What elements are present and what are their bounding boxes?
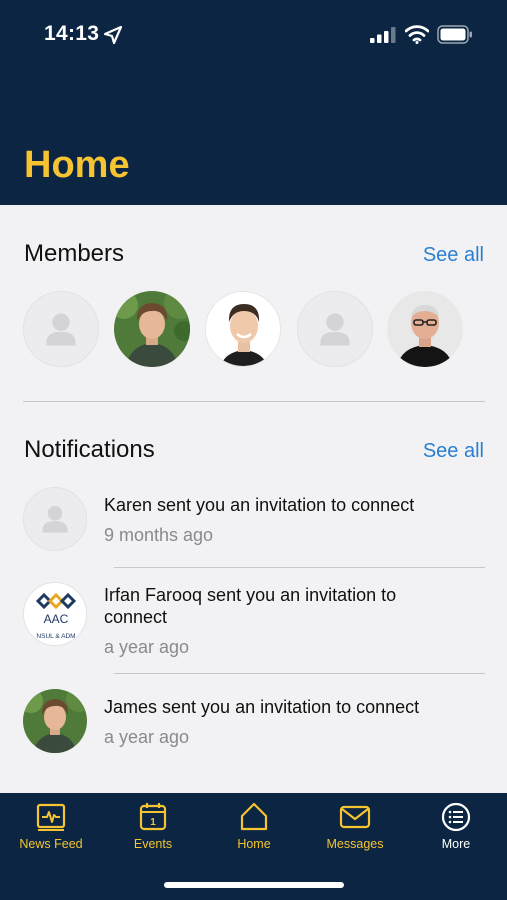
notification-time: 9 months ago xyxy=(104,525,214,545)
notification-avatar xyxy=(23,689,87,753)
tab-messages[interactable]: Messages xyxy=(305,801,405,861)
tab-label: Messages xyxy=(326,837,384,851)
notification-avatar: AAC NSUL & ADM xyxy=(23,582,87,646)
tab-label: Home xyxy=(237,837,271,851)
company-logo: AAC NSUL & ADM xyxy=(24,583,86,645)
notification-divider xyxy=(114,567,485,568)
members-title: Members xyxy=(24,240,125,267)
notification-time: a year ago xyxy=(104,637,190,657)
member-photo xyxy=(387,291,463,367)
user-placeholder-icon xyxy=(42,505,68,533)
status-bar: 14:13 xyxy=(0,0,507,70)
calendar-icon: 1 xyxy=(139,803,167,831)
notification-avatar xyxy=(23,487,87,551)
user-placeholder-icon xyxy=(320,313,350,346)
tab-more[interactable]: More xyxy=(406,801,506,861)
logo-text: AAC xyxy=(44,612,69,626)
member-photo xyxy=(114,291,190,367)
tab-label: News Feed xyxy=(19,837,83,851)
member-photo xyxy=(23,689,87,753)
page-title: Home xyxy=(24,144,130,186)
notifications-see-all-link[interactable]: See all xyxy=(423,440,484,463)
home-indicator[interactable] xyxy=(164,882,344,888)
tab-home[interactable]: Home xyxy=(204,801,304,861)
tab-label: More xyxy=(441,837,471,851)
tab-events[interactable]: 1 Events xyxy=(103,801,203,861)
status-time: 14:13 xyxy=(44,22,100,45)
home-content: Members See all Notifications See all Ka… xyxy=(0,205,507,793)
more-list-icon xyxy=(441,802,471,832)
location-arrow-icon xyxy=(103,25,123,45)
member-photo xyxy=(206,292,280,366)
notification-text: Karen sent you an invitation to connect xyxy=(104,495,415,515)
tab-label: Events xyxy=(133,837,173,851)
wifi-icon xyxy=(405,25,429,44)
member-avatar-3[interactable] xyxy=(205,291,281,367)
news-feed-icon xyxy=(36,803,66,831)
cellular-signal-icon xyxy=(370,27,396,43)
notifications-title: Notifications xyxy=(24,436,155,463)
tab-news-feed[interactable]: News Feed xyxy=(1,801,101,861)
notification-text: James sent you an invitation to connect xyxy=(104,697,420,717)
logo-subtext: NSUL & ADM xyxy=(36,633,75,640)
notification-text: Irfan Farooq sent you an invitation to c… xyxy=(104,585,397,627)
calendar-day: 1 xyxy=(150,817,156,828)
members-see-all-link[interactable]: See all xyxy=(423,244,484,267)
member-avatar-1[interactable] xyxy=(23,291,99,367)
battery-icon xyxy=(437,25,472,44)
section-divider xyxy=(23,401,485,402)
user-placeholder-icon xyxy=(46,313,76,346)
member-avatar-4[interactable] xyxy=(297,291,373,367)
member-avatar-2[interactable] xyxy=(114,291,190,367)
notification-divider xyxy=(114,673,485,674)
notification-time: a year ago xyxy=(104,727,190,747)
member-avatar-5[interactable] xyxy=(387,291,463,367)
envelope-icon xyxy=(339,805,371,829)
house-icon xyxy=(240,802,268,831)
app-header: 14:13 Home xyxy=(0,0,507,205)
